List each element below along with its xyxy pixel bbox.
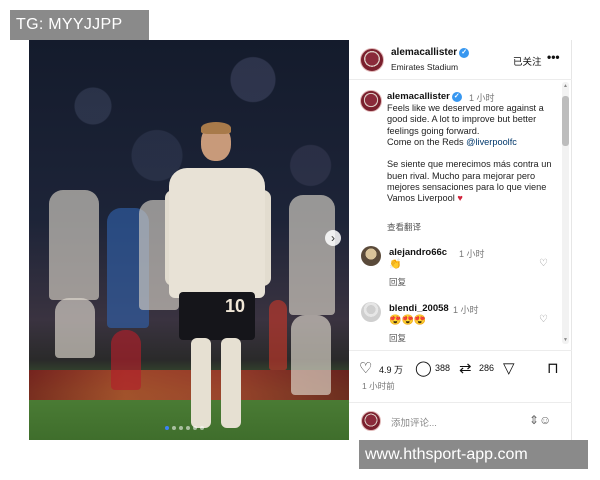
caption-spanish: Se siente que merecimos más contra un bu… (387, 159, 552, 204)
caption-author-avatar[interactable] (360, 90, 382, 112)
comment-like-heart-icon[interactable]: ♡ (539, 314, 548, 325)
comments-scrollbar[interactable] (562, 82, 569, 344)
commenter-avatar[interactable] (361, 246, 381, 266)
carousel-dots (165, 426, 204, 430)
next-arrow-icon[interactable]: › (325, 230, 341, 246)
background-player (111, 330, 141, 390)
posted-time: 1 小时前 (362, 381, 395, 391)
heart-icon[interactable]: ♡ (359, 359, 372, 377)
more-icon[interactable]: ••• (547, 50, 560, 64)
background-player (269, 300, 287, 370)
repost-count: 286 (479, 363, 495, 373)
repost-icon[interactable]: ⇄ (459, 359, 472, 377)
verified-icon: ✓ (459, 48, 470, 58)
player-leg (221, 338, 241, 428)
like-count[interactable]: 4.9 万 (379, 363, 403, 376)
add-comment-row: 添加评论... ⇕☺ (349, 402, 572, 440)
post-photo[interactable]: 10 › (29, 40, 349, 440)
background-player (49, 190, 99, 300)
post-location[interactable]: Emirates Stadium (391, 62, 458, 72)
background-player (291, 315, 331, 395)
scrollbar-thumb[interactable] (562, 96, 569, 146)
watermark-bottom-right: www.hthsport-app.com (359, 440, 588, 469)
scroll-up-arrow-icon[interactable]: ▲ (563, 83, 568, 89)
author-username[interactable]: alemacallister ✓ (391, 47, 470, 58)
carousel-dot[interactable] (165, 426, 169, 430)
player-hair (201, 122, 231, 134)
scroll-down-arrow-icon[interactable]: ▼ (563, 337, 568, 343)
comment-text: 😍😍😍 (389, 315, 427, 326)
screenshot-frame: 10 › alemacallister ✓ Emirates Stadium 已关… (0, 0, 600, 480)
commenter-avatar[interactable] (361, 302, 381, 322)
reply-button[interactable]: 回复 (389, 276, 406, 288)
comment-like-heart-icon[interactable]: ♡ (539, 258, 548, 269)
red-heart-emoji: ♥ (457, 193, 463, 204)
caption-text: Feels like we deserved more against a go… (387, 103, 557, 205)
watermark-top-left: TG: MYYJJPP (10, 10, 149, 40)
caption-author-text[interactable]: alemacallister (387, 91, 450, 102)
post-side-panel: alemacallister ✓ Emirates Stadium 已关注 •••… (349, 40, 572, 440)
bookmark-icon[interactable]: ⊓ (547, 359, 559, 377)
post-header: alemacallister ✓ Emirates Stadium 已关注 ••• (349, 40, 572, 80)
jersey-number: 10 (225, 296, 246, 316)
comment-text: 👏 (389, 259, 402, 270)
pitch (29, 400, 349, 440)
emoji-icon[interactable]: ⇕☺ (529, 413, 551, 427)
caption-author[interactable]: alemacallister ✓ (387, 91, 462, 102)
mention-link[interactable]: @liverpoolfc (466, 137, 517, 147)
comment-icon[interactable]: ◯ (415, 359, 432, 377)
following-button[interactable]: 已关注 (513, 54, 542, 68)
player-leg (191, 338, 211, 428)
comment-time: 1 小时 (459, 249, 485, 259)
verified-icon: ✓ (451, 92, 462, 102)
comment-count: 388 (435, 363, 451, 373)
viewer-avatar (361, 411, 381, 431)
author-avatar[interactable] (360, 48, 384, 72)
reply-button[interactable]: 回复 (389, 332, 406, 344)
carousel-dot[interactable] (200, 426, 204, 430)
player-shirt (169, 168, 265, 298)
add-comment-input[interactable]: 添加评论... (391, 415, 437, 429)
share-icon[interactable]: ▽ (503, 359, 515, 377)
commenter-username[interactable]: blendi_20058 (389, 303, 449, 314)
see-translation-link[interactable]: 查看翻译 (387, 221, 421, 233)
commenter-username[interactable]: alejandro66c (389, 247, 447, 258)
carousel-dot[interactable] (179, 426, 183, 430)
carousel-dot[interactable] (186, 426, 190, 430)
background-player (55, 298, 95, 358)
background-player (289, 195, 335, 315)
carousel-dot[interactable] (172, 426, 176, 430)
comment-time: 1 小时 (453, 305, 479, 315)
carousel-dot[interactable] (193, 426, 197, 430)
author-username-text[interactable]: alemacallister (391, 47, 457, 58)
